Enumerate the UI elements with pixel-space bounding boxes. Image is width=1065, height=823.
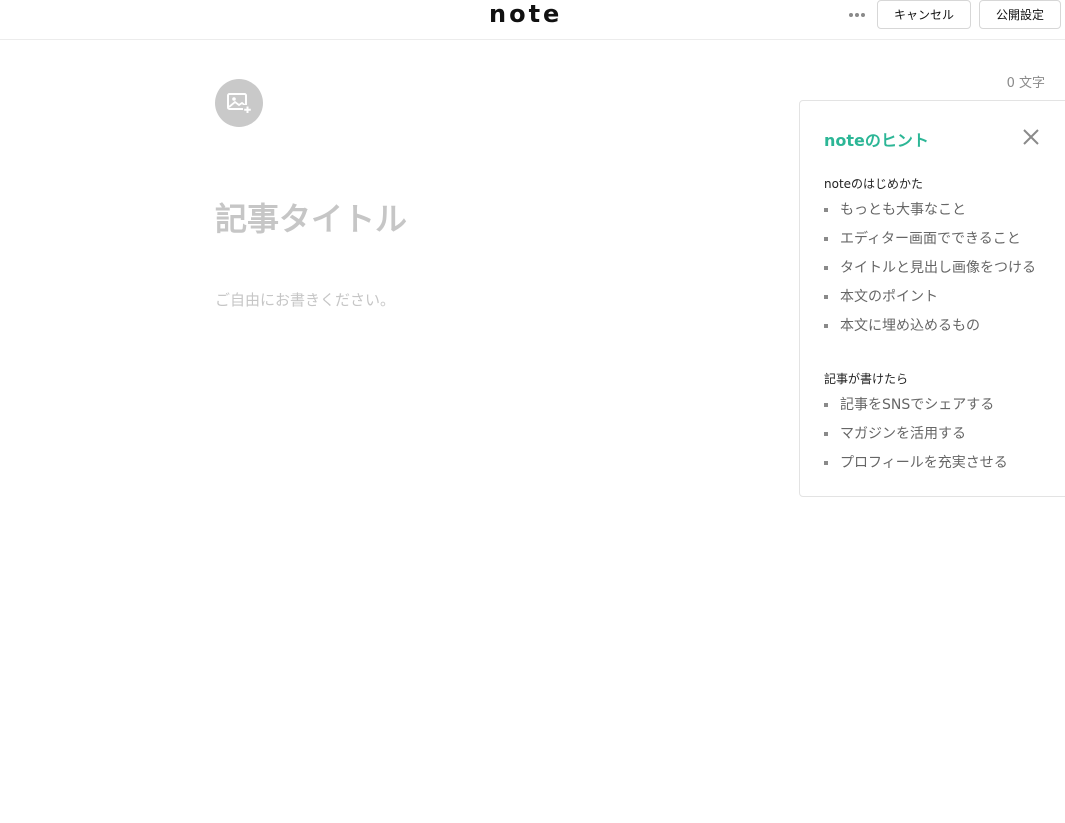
- more-horizontal-icon-dot: [861, 13, 865, 17]
- hint-link[interactable]: エディター画面でできること: [824, 229, 1036, 258]
- bullet-icon: [824, 295, 828, 299]
- bullet-icon: [824, 237, 828, 241]
- hint-link[interactable]: 記事をSNSでシェアする: [824, 395, 1008, 424]
- more-options-button[interactable]: [843, 2, 871, 28]
- hint-list-getting-started: もっとも大事なこと エディター画面でできること タイトルと見出し画像をつける 本…: [824, 200, 1036, 345]
- hint-link-label: 本文に埋め込めるもの: [840, 318, 980, 334]
- hint-section-title-getting-started: noteのはじめかた: [824, 177, 924, 191]
- bullet-icon: [824, 324, 828, 328]
- article-body-input[interactable]: [215, 289, 775, 317]
- hint-link[interactable]: マガジンを活用する: [824, 424, 1008, 453]
- hint-link-label: 本文のポイント: [840, 289, 938, 305]
- bullet-icon: [824, 432, 828, 436]
- character-count: 0 文字: [1006, 76, 1045, 91]
- hint-link-label: タイトルと見出し画像をつける: [840, 260, 1036, 276]
- hint-link-label: もっとも大事なこと: [840, 202, 966, 218]
- hint-link[interactable]: プロフィールを充実させる: [824, 453, 1008, 482]
- hint-panel: noteのヒント noteのはじめかた もっとも大事なこと エディター画面ででき…: [799, 100, 1065, 497]
- hint-link[interactable]: 本文に埋め込めるもの: [824, 316, 1036, 345]
- more-horizontal-icon-dot: [855, 13, 859, 17]
- hint-link[interactable]: もっとも大事なこと: [824, 200, 1036, 229]
- note-logo[interactable]: note: [489, 0, 561, 30]
- image-add-icon: [227, 93, 252, 114]
- hint-link-label: 記事をSNSでシェアする: [840, 397, 995, 413]
- hint-section-title-after-writing: 記事が書けたら: [824, 372, 909, 386]
- top-bar: note キャンセル 公開設定: [0, 0, 1065, 40]
- hint-list-after-writing: 記事をSNSでシェアする マガジンを活用する プロフィールを充実させる: [824, 395, 1008, 482]
- publish-settings-button[interactable]: 公開設定: [979, 0, 1061, 29]
- close-icon[interactable]: [1020, 126, 1042, 148]
- add-header-image-button[interactable]: [215, 79, 263, 127]
- bullet-icon: [824, 266, 828, 270]
- hint-link-label: エディター画面でできること: [840, 231, 1021, 247]
- bullet-icon: [824, 403, 828, 407]
- hint-link-label: プロフィールを充実させる: [840, 455, 1008, 471]
- more-horizontal-icon: [849, 13, 853, 17]
- cancel-button[interactable]: キャンセル: [877, 0, 971, 29]
- hint-link-label: マガジンを活用する: [840, 426, 966, 442]
- article-title-input[interactable]: [215, 200, 775, 238]
- hint-link[interactable]: 本文のポイント: [824, 287, 1036, 316]
- bullet-icon: [824, 208, 828, 212]
- bullet-icon: [824, 461, 828, 465]
- hint-panel-title: noteのヒント: [824, 131, 929, 150]
- hint-link[interactable]: タイトルと見出し画像をつける: [824, 258, 1036, 287]
